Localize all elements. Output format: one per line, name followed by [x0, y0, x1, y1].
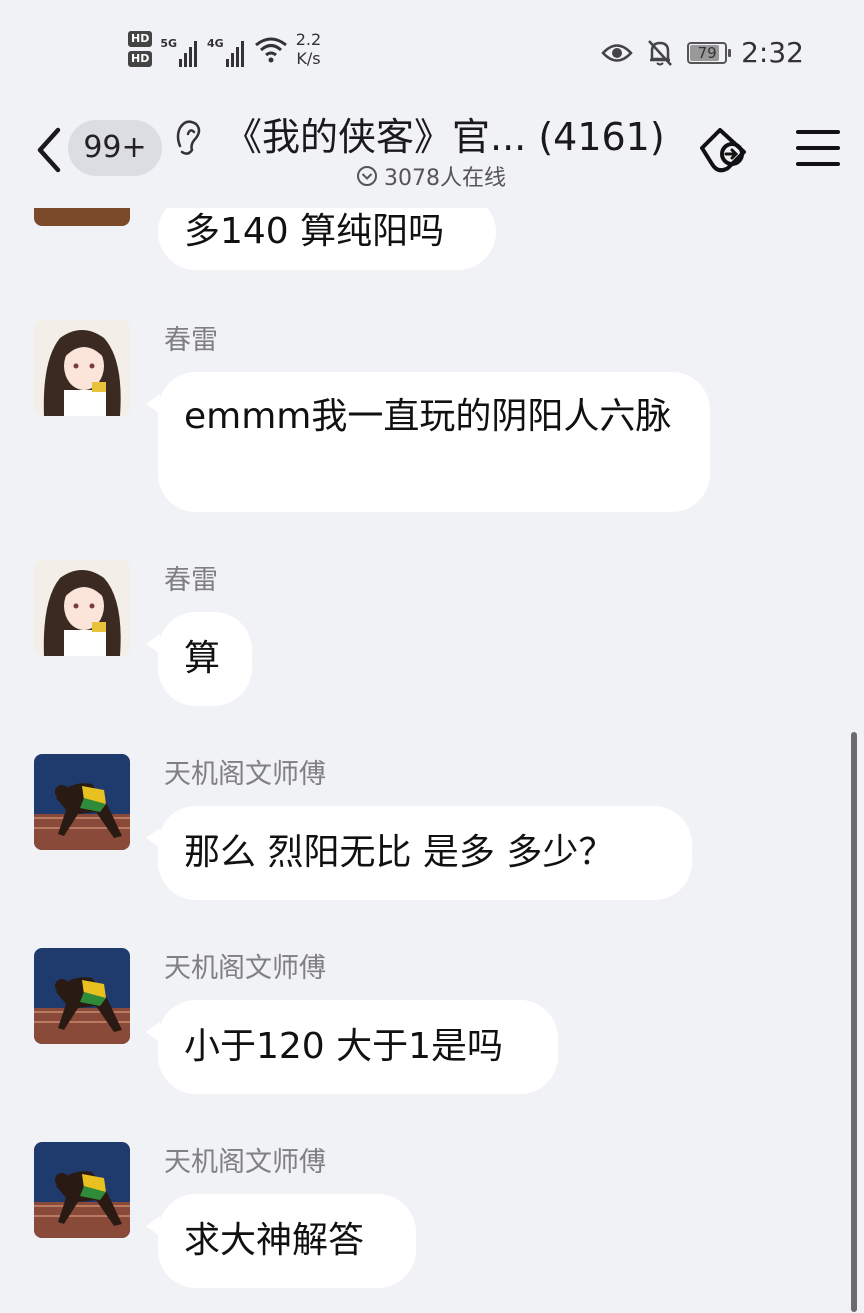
status-bar: HD HD 5G 4G 2.2 K/s 79 2:32: [0, 0, 864, 96]
scrollbar[interactable]: [851, 732, 857, 1312]
battery-level: 79: [697, 43, 717, 62]
wifi-icon: [254, 37, 287, 63]
avatar[interactable]: [34, 1142, 130, 1238]
bell-off-icon: [648, 39, 673, 66]
signal-5g-icon: 5G: [160, 31, 198, 67]
avatar[interactable]: [34, 320, 130, 416]
back-button[interactable]: [32, 126, 66, 174]
hd-indicators: HD HD: [128, 31, 153, 67]
sender-name[interactable]: 天机阁文师傅: [164, 1140, 326, 1179]
menu-icon[interactable]: [796, 128, 840, 168]
message-bubble[interactable]: emmm我一直玩的阴阳人六脉: [146, 372, 710, 512]
speed-value: 2.2: [295, 30, 322, 49]
avatar[interactable]: [34, 754, 130, 850]
online-status[interactable]: 3078人在线: [356, 160, 506, 192]
chevron-down-circle-icon: [357, 166, 377, 186]
net2-label: 4G: [207, 37, 224, 50]
eye-icon: [601, 43, 633, 62]
avatar[interactable]: [34, 560, 130, 656]
hd1-badge: HD: [128, 31, 153, 47]
avatar[interactable]: [34, 948, 130, 1044]
sender-name[interactable]: 春雷: [164, 318, 218, 357]
status-right: 79 2:32: [601, 36, 804, 69]
sender-name[interactable]: 天机阁文师傅: [164, 946, 326, 985]
message-bubble[interactable]: 求大神解答: [146, 1194, 416, 1288]
message-bubble[interactable]: 那么 烈阳无比 是多 多少？: [146, 806, 692, 900]
hd2-badge: HD: [128, 51, 153, 67]
clock: 2:32: [741, 36, 804, 69]
network-speed: 2.2 K/s: [296, 30, 321, 68]
message-bubble[interactable]: 小于120 大于1是吗: [146, 1000, 558, 1094]
group-title[interactable]: 《我的侠客》官... (4161): [224, 106, 665, 161]
unread-count-badge[interactable]: 99+: [68, 120, 162, 176]
sender-name[interactable]: 春雷: [164, 558, 218, 597]
message-bubble[interactable]: 算: [146, 612, 252, 706]
ear-icon[interactable]: [170, 116, 206, 156]
net1-label: 5G: [160, 37, 178, 50]
battery-icon: 79: [687, 41, 732, 64]
signal-4g-icon: 4G: [207, 31, 244, 67]
status-left: HD HD 5G 4G 2.2 K/s: [128, 30, 321, 68]
speed-unit: K/s: [296, 49, 321, 68]
sender-name[interactable]: 天机阁文师傅: [164, 752, 326, 791]
game-center-icon[interactable]: [696, 124, 754, 176]
chat-header: 99+ 《我的侠客》官... (4161) 3078人在线: [0, 96, 864, 208]
online-count: 3078人在线: [384, 166, 506, 191]
